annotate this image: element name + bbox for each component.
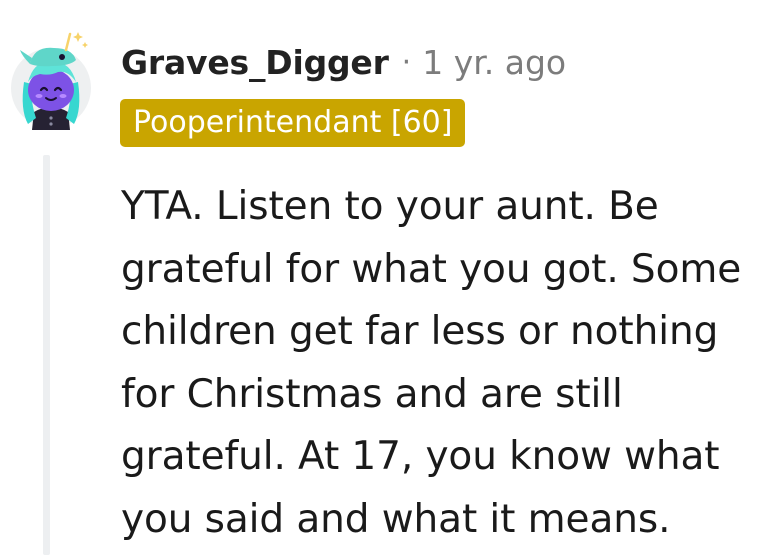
comment-avatar[interactable] xyxy=(10,20,92,130)
meta-separator: · xyxy=(401,44,412,80)
user-flair: Pooperintendant [60] xyxy=(120,99,466,147)
comment-header: Graves_Digger · 1 yr. ago xyxy=(121,38,566,86)
snoo-avatar-icon xyxy=(11,32,91,130)
comment-body: YTA. Listen to your aunt. Be grateful fo… xyxy=(121,184,742,542)
username-link[interactable]: Graves_Digger xyxy=(121,43,389,82)
comment-timestamp[interactable]: 1 yr. ago xyxy=(422,43,566,82)
thread-line[interactable] xyxy=(43,155,50,555)
